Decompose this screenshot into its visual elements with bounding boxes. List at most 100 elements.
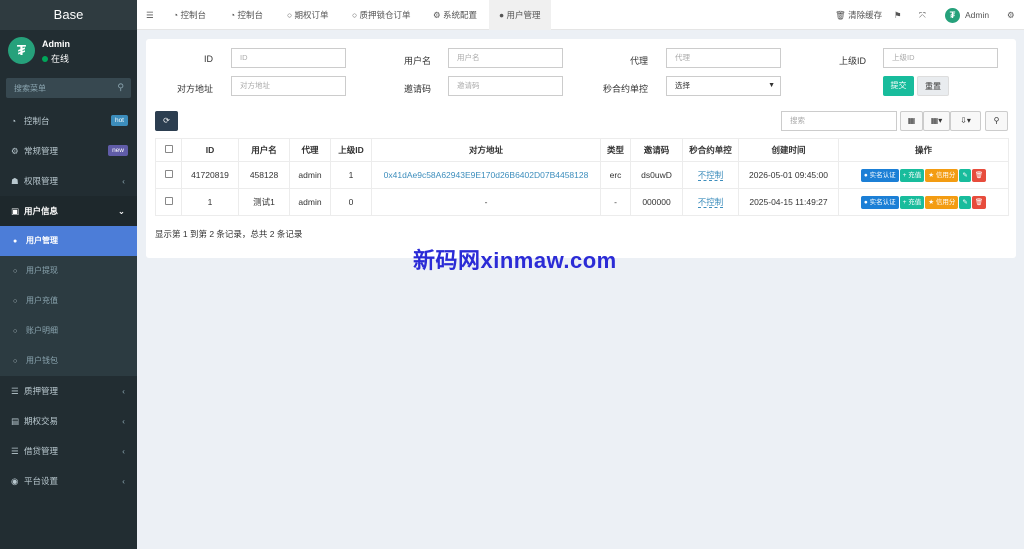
sidebar-item-general[interactable]: ⚙ 常规管理 new xyxy=(0,136,137,166)
sidebar-item-options[interactable]: ▤ 期权交易 ‹ xyxy=(0,406,137,436)
cell-parent: 1 xyxy=(330,161,372,189)
trash-icon: 🗑 xyxy=(835,10,849,20)
cell-agent: admin xyxy=(289,188,331,216)
user-circle-icon: ● xyxy=(499,10,507,20)
tab-label: 控制台 xyxy=(180,10,207,20)
tab-pledge-orders[interactable]: ○ 质押锁仓订单 xyxy=(352,0,411,30)
tab-label: 控制台 xyxy=(237,10,264,20)
col-header[interactable]: 用户名 xyxy=(238,138,290,162)
sidebar-item-withdraw[interactable]: ○ 用户提现 xyxy=(0,256,137,286)
tab-option-orders[interactable]: ○ 期权订单 xyxy=(287,0,329,30)
sidebar-item-user-management[interactable]: ● 用户管理 xyxy=(0,226,137,256)
content-panel: ID ID 用户名 用户名 代理 代理 上级ID 上级ID 对方地址 对方地址 … xyxy=(146,39,1016,258)
col-header[interactable]: 秒合约单控 xyxy=(682,138,739,162)
recharge-button[interactable]: + 充值 xyxy=(899,168,925,182)
menu-toggle-icon[interactable]: ☰ xyxy=(146,0,154,30)
delete-button[interactable]: 🗑 xyxy=(971,168,987,182)
reset-button[interactable]: 重置 xyxy=(917,76,949,96)
top-navbar: ☰ ◔ 控制台 ◔ 控制台 ○ 期权订单 ○ 质押锁仓订单 ⚙ 系统配置 ● 用… xyxy=(137,0,1024,30)
tab-system-config[interactable]: ⚙ 系统配置 xyxy=(433,0,477,30)
circle-icon: ○ xyxy=(287,10,295,20)
filter-parent-input[interactable]: 上级ID xyxy=(883,48,998,68)
sidebar-item-label: 用户钱包 xyxy=(26,356,58,365)
language-icon[interactable]: ⚑ xyxy=(894,0,902,30)
filter-seconds-select[interactable]: 选择 ▼ xyxy=(666,76,781,96)
address-link[interactable]: 0x41dAe9c58A62943E9E170d26B6402D07B44581… xyxy=(384,170,589,180)
filter-invite-input[interactable]: 邀请码 xyxy=(448,76,563,96)
delete-button[interactable]: 🗑 xyxy=(971,195,987,209)
sidebar-item-account-details[interactable]: ○ 账户明细 xyxy=(0,316,137,346)
users-table: ID 用户名 代理 上级ID 对方地址 类型 邀请码 秒合约单控 创建时间 操作… xyxy=(155,138,1009,216)
col-header[interactable]: 类型 xyxy=(600,138,631,162)
edit-button[interactable]: ✎ xyxy=(959,168,971,182)
edit-button[interactable]: ✎ xyxy=(959,195,971,209)
filter-agent-input[interactable]: 代理 xyxy=(666,48,781,68)
sidebar-item-permissions[interactable]: ☗ 权限管理 ‹ xyxy=(0,166,137,196)
fullscreen-icon[interactable]: ⤧ xyxy=(919,0,926,30)
sidebar-item-pledge[interactable]: ☰ 质押管理 ‹ xyxy=(0,376,137,406)
tab-dashboard-1[interactable]: ◔ 控制台 xyxy=(173,0,206,30)
col-header[interactable]: 创建时间 xyxy=(738,138,839,162)
advanced-search-button[interactable]: ⚲ xyxy=(985,111,1008,131)
credit-button[interactable]: ★ 信用分 xyxy=(925,168,959,182)
table-search-input[interactable]: 搜索 xyxy=(781,111,897,131)
columns-button[interactable]: ▦▾ xyxy=(923,111,950,131)
table-view-icon: ▦ xyxy=(907,116,916,125)
row-checkbox[interactable] xyxy=(155,161,182,189)
sidebar-item-label: 用户信息 xyxy=(24,206,59,216)
filter-id-input[interactable]: ID xyxy=(231,48,346,68)
search-icon[interactable]: ⚲ xyxy=(117,82,124,93)
col-header: 操作 xyxy=(838,138,1009,162)
cell-parent: 0 xyxy=(330,188,372,216)
clear-cache-button[interactable]: 🗑 清除缓存 xyxy=(835,0,882,30)
clear-cache-label: 清除缓存 xyxy=(848,10,883,20)
credit-button[interactable]: ★ 信用分 xyxy=(925,195,959,209)
cell-created: 2025-04-15 11:49:27 xyxy=(738,188,839,216)
col-header[interactable]: 对方地址 xyxy=(371,138,601,162)
export-button[interactable]: ⇩▾ xyxy=(950,111,981,131)
sidebar-item-dashboard[interactable]: ◔ 控制台 hot xyxy=(0,106,137,136)
cell-type: erc xyxy=(600,161,631,189)
circle-icon: ○ xyxy=(13,298,18,305)
recharge-button[interactable]: + 充值 xyxy=(899,195,925,209)
tab-dashboard-2[interactable]: ◔ 控制台 xyxy=(230,0,263,30)
cell-actions: ● 实名认证 + 充值 ★ 信用分 ✎ 🗑 xyxy=(838,161,1009,189)
toggle-view-button[interactable]: ▦ xyxy=(900,111,923,131)
row-checkbox[interactable] xyxy=(155,188,182,216)
chevron-left-icon: ‹ xyxy=(122,176,125,186)
sidebar-search-placeholder: 搜索菜单 xyxy=(14,84,46,93)
tab-user-management[interactable]: ● 用户管理 xyxy=(489,0,551,30)
filter-username-input[interactable]: 用户名 xyxy=(448,48,563,68)
admin-menu[interactable]: ₮ Admin xyxy=(945,0,989,30)
sidebar-item-loans[interactable]: ☰ 借贷管理 ‹ xyxy=(0,436,137,466)
col-header[interactable]: 邀请码 xyxy=(630,138,683,162)
sidebar-item-label: 用户提现 xyxy=(26,266,58,275)
user-status: 在线 xyxy=(42,52,69,65)
sidebar-search[interactable]: 搜索菜单 ⚲ xyxy=(6,78,131,98)
sidebar-item-label: 期权交易 xyxy=(24,416,59,426)
col-header[interactable]: ID xyxy=(181,138,239,162)
hot-badge: hot xyxy=(110,115,128,126)
sidebar-item-platform-settings[interactable]: ◉ 平台设置 ‹ xyxy=(0,466,137,496)
star-icon: ★ xyxy=(928,198,936,206)
col-header[interactable]: 代理 xyxy=(289,138,331,162)
control-editable[interactable]: 不控制 xyxy=(697,170,724,181)
sidebar-item-recharge[interactable]: ○ 用户充值 xyxy=(0,286,137,316)
verify-button[interactable]: ● 实名认证 xyxy=(860,168,899,182)
sidebar-item-wallet[interactable]: ○ 用户钱包 xyxy=(0,346,137,376)
filter-seconds-label: 秒合约单控 xyxy=(602,84,648,94)
sidebar-item-label: 控制台 xyxy=(24,116,50,126)
control-sidebar-icon[interactable]: ⚙ xyxy=(1007,0,1015,30)
cogs-icon: ⚙ xyxy=(11,146,19,156)
app-logo[interactable]: Base xyxy=(0,0,137,30)
refresh-button[interactable]: ⟳ xyxy=(155,111,178,131)
col-header[interactable]: 上级ID xyxy=(330,138,372,162)
filter-address-input[interactable]: 对方地址 xyxy=(231,76,346,96)
cell-type: - xyxy=(600,188,631,216)
control-editable[interactable]: 不控制 xyxy=(697,197,724,208)
sidebar-item-user-info[interactable]: ▣ 用户信息 ⌄ xyxy=(0,196,137,226)
verify-button[interactable]: ● 实名认证 xyxy=(860,195,899,209)
sidebar-item-label: 平台设置 xyxy=(24,476,59,486)
submit-button[interactable]: 提交 xyxy=(883,76,914,96)
select-all-checkbox[interactable] xyxy=(155,138,182,162)
